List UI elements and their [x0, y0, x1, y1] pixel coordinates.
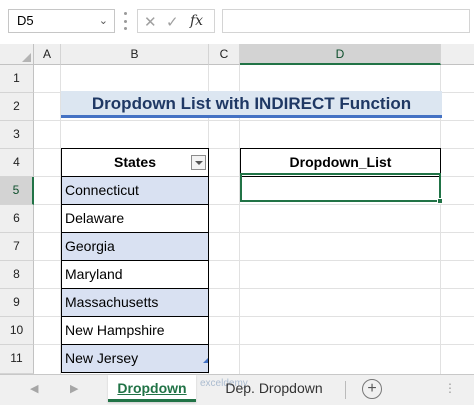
row-header-5[interactable]: 5	[0, 177, 34, 205]
column-header-a[interactable]: A	[34, 44, 61, 65]
table-row[interactable]: Maryland	[61, 261, 209, 289]
tab-divider	[345, 381, 346, 399]
states-table-header[interactable]: States	[61, 148, 209, 177]
sheet-tab-bar: ◀ ▶ Dropdown exceldemy Dep. Dropdown + ⋮	[0, 374, 474, 405]
row-header-11[interactable]: 11	[0, 345, 34, 374]
table-row[interactable]: Georgia	[61, 233, 209, 261]
row-header-4[interactable]: 4	[0, 149, 34, 177]
filter-dropdown-icon[interactable]	[191, 155, 206, 170]
worksheet-grid[interactable]: A B C D 1 2 3 4 5 6 7 8 9 10 11 Dropdown…	[0, 44, 474, 374]
more-options-icon[interactable]: ⋮	[444, 381, 457, 395]
gridline	[34, 120, 474, 121]
states-header-label: States	[113, 154, 157, 170]
insert-function-icon[interactable]: fx	[190, 13, 203, 29]
formula-bar-buttons: ✕ ✓ fx	[137, 9, 215, 33]
row-header-7[interactable]: 7	[0, 233, 34, 261]
row-header-3[interactable]: 3	[0, 121, 34, 149]
table-row[interactable]: Delaware	[61, 205, 209, 233]
sheet-title: Dropdown List with INDIRECT Function	[61, 91, 442, 118]
scroll-tabs-left-icon[interactable]: ◀	[30, 382, 38, 395]
formula-bar: D5 ⌄ ✕ ✓ fx	[0, 0, 474, 44]
column-header-c[interactable]: C	[209, 44, 240, 65]
scroll-tabs-right-icon[interactable]: ▶	[70, 382, 78, 395]
column-header-d[interactable]: D	[240, 44, 441, 65]
cancel-icon[interactable]: ✕	[144, 13, 157, 31]
column-header-e[interactable]	[441, 44, 474, 65]
row-header-9[interactable]: 9	[0, 289, 34, 317]
row-header-10[interactable]: 10	[0, 317, 34, 345]
select-all-button[interactable]	[0, 44, 34, 65]
row-header-6[interactable]: 6	[0, 205, 34, 233]
name-box-value: D5	[17, 13, 34, 28]
name-box[interactable]: D5 ⌄	[8, 9, 115, 33]
table-row[interactable]: Massachusetts	[61, 289, 209, 317]
table-row[interactable]: New Jersey	[61, 345, 209, 373]
tab-dropdown[interactable]: Dropdown	[108, 375, 196, 402]
column-header-b[interactable]: B	[61, 44, 209, 65]
fill-handle[interactable]	[437, 198, 443, 204]
row-header-1[interactable]: 1	[0, 65, 34, 93]
tab-dep-dropdown[interactable]: Dep. Dropdown	[204, 375, 344, 402]
formula-bar-grip-icon[interactable]	[124, 12, 127, 30]
chevron-down-icon[interactable]: ⌄	[99, 10, 108, 32]
row-header-8[interactable]: 8	[0, 261, 34, 289]
table-row[interactable]: Connecticut	[61, 177, 209, 205]
enter-icon[interactable]: ✓	[166, 13, 179, 31]
table-row[interactable]: New Hampshire	[61, 317, 209, 345]
row-header-2[interactable]: 2	[0, 93, 34, 121]
selected-cell-d5[interactable]	[240, 173, 443, 204]
formula-input[interactable]	[222, 9, 470, 33]
add-sheet-icon[interactable]: +	[362, 379, 382, 399]
table-resize-handle-icon[interactable]	[203, 358, 208, 363]
tab-dropdown-label: Dropdown	[117, 380, 187, 396]
